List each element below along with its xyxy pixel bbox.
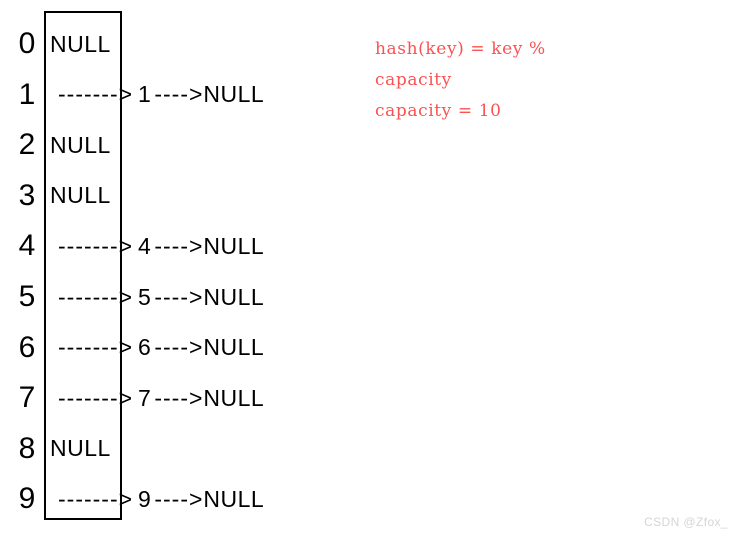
chain-arrow-to-null: ----> <box>154 81 204 108</box>
chain-arrow-to-node: -------> <box>58 384 134 411</box>
bucket-row: 7 -------> 7 ----> NULL <box>0 373 340 423</box>
bucket-row: 0 NULL <box>0 19 340 69</box>
chain-tail-null-label: NULL <box>203 334 265 361</box>
annotation-line: capacity = 10 <box>375 101 502 121</box>
chain-arrow-to-null: ----> <box>154 384 204 411</box>
chain-arrow-to-node: -------> <box>58 485 134 512</box>
bucket-row: 9 -------> 9 ----> NULL <box>0 474 340 524</box>
bucket-index-label: 8 <box>18 431 36 465</box>
chain-tail-null-label: NULL <box>203 81 265 108</box>
bucket-row: 3 NULL <box>0 171 340 221</box>
bucket-null-label: NULL <box>50 435 111 462</box>
chain-tail-null-label: NULL <box>203 485 265 512</box>
chain-node-key: 6 <box>138 334 152 361</box>
bucket-row: 6 -------> 6 ----> NULL <box>0 323 340 373</box>
bucket-row: 8 NULL <box>0 424 340 474</box>
chain-tail-null-label: NULL <box>203 283 265 310</box>
chain-arrow-to-null: ----> <box>154 283 204 310</box>
bucket-null-label: NULL <box>50 30 111 57</box>
chain-arrow-to-node: -------> <box>58 334 134 361</box>
bucket-chain: -------> 6 ----> NULL <box>58 336 264 359</box>
chain-node-key: 1 <box>138 81 152 108</box>
bucket-null-label: NULL <box>50 131 111 158</box>
hash-function-annotation: hash(key) = key % capacity capacity = 10 <box>375 34 546 127</box>
annotation-line: capacity <box>375 70 452 90</box>
chain-node-key: 5 <box>138 283 152 310</box>
bucket-null-label: NULL <box>50 182 111 209</box>
bucket-row: 2 NULL <box>0 120 340 170</box>
bucket-index-label: 1 <box>18 77 36 111</box>
bucket-index-label: 9 <box>18 482 36 516</box>
chain-arrow-to-node: -------> <box>58 283 134 310</box>
bucket-index-label: 6 <box>18 330 36 364</box>
bucket-index-label: 7 <box>18 381 36 415</box>
chain-node-key: 4 <box>138 232 152 259</box>
bucket-row: 1 -------> 1 ----> NULL <box>0 70 340 120</box>
chain-node-key: 7 <box>138 384 152 411</box>
chain-tail-null-label: NULL <box>203 232 265 259</box>
bucket-index-label: 4 <box>18 229 36 263</box>
bucket-index-label: 5 <box>18 280 36 313</box>
watermark: CSDN @Zfox_ <box>644 515 728 529</box>
chain-node-key: 9 <box>138 485 152 512</box>
bucket-chain: -------> 5 ----> NULL <box>58 283 265 310</box>
annotation-line: hash(key) = key % <box>375 39 546 59</box>
bucket-chain: -------> 4 ----> NULL <box>58 232 265 259</box>
chain-arrow-to-null: ----> <box>154 334 204 361</box>
chain-arrow-to-null: ----> <box>154 485 204 512</box>
bucket-index-label: 0 <box>18 27 36 60</box>
hash-table-diagram: 0 NULL 1 -------> 1 ----> NULL 2 NULL 3 NULL 4 -----… <box>0 0 340 538</box>
bucket-chain: -------> 1 ----> NULL <box>58 83 264 106</box>
bucket-index-label: 3 <box>18 178 36 212</box>
chain-arrow-to-node: -------> <box>58 232 134 259</box>
bucket-row: 4 -------> 4 ----> NULL <box>0 221 340 271</box>
chain-arrow-to-node: -------> <box>58 81 134 108</box>
bucket-chain: -------> 9 ----> NULL <box>58 485 265 512</box>
bucket-index-label: 2 <box>18 128 36 162</box>
bucket-row: 5 -------> 5 ----> NULL <box>0 272 340 322</box>
bucket-chain: -------> 7 ----> NULL <box>58 384 265 411</box>
chain-tail-null-label: NULL <box>203 384 265 411</box>
chain-arrow-to-null: ----> <box>154 232 204 259</box>
